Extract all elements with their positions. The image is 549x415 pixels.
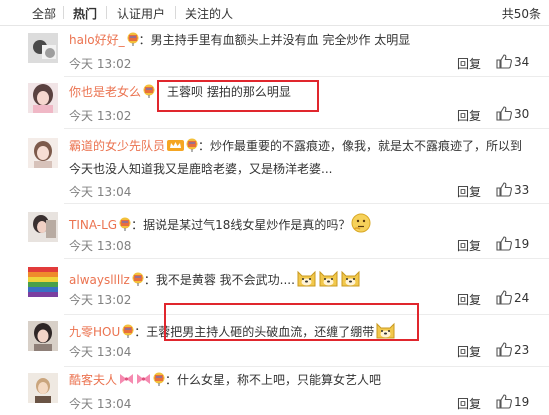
comment-username[interactable]: 你也是老女么	[69, 85, 141, 99]
bow-badge-icon	[136, 373, 151, 390]
comment-item: 酷客夫人 ：什么女星，称不上吧，只能算女艺人吧 今天 13:04 回复 19	[0, 367, 549, 415]
rainbow-badge-icon	[143, 84, 155, 102]
comment-text: 什么女星，称不上吧，只能算女艺人吧	[177, 373, 382, 387]
like-button[interactable]: 30	[496, 106, 529, 121]
rainbow-badge-icon	[186, 138, 198, 156]
like-count: 34	[514, 55, 530, 69]
tab-verified-users[interactable]: 认证用户	[117, 5, 165, 22]
doge-icon	[340, 268, 361, 292]
comment-body: alwaysllllz ：我不是黄蓉 我不会武功....	[69, 268, 361, 292]
comment-time: 今天 13:04	[69, 397, 132, 411]
tab-divider	[106, 6, 107, 19]
comment-separator: ：	[134, 325, 147, 339]
like-count: 23	[514, 343, 530, 357]
like-count: 33	[514, 183, 530, 197]
thumbs-up-icon	[496, 106, 512, 121]
rainbow-badge-icon	[119, 217, 131, 235]
highlight-box	[157, 80, 319, 112]
reply-button[interactable]: 回复	[457, 107, 481, 124]
comment-text: 炒作最重要的不露痕迹，像我，就是太不露痕迹了，所以到	[210, 139, 523, 153]
thumbs-up-icon	[496, 54, 512, 69]
tab-hot[interactable]: 热门	[73, 5, 97, 22]
comment-time: 今天 13:02	[69, 293, 132, 307]
comment-filter-bar: 全部 热门 认证用户 关注的人 共50条	[0, 0, 549, 26]
highlight-box	[164, 303, 419, 341]
reply-button[interactable]: 回复	[457, 237, 481, 254]
comment-total-count: 共50条	[501, 7, 541, 21]
avatar[interactable]	[28, 373, 58, 403]
reply-button[interactable]: 回复	[457, 55, 481, 72]
comment-item: halo好好_ ：男主持手里有血额头上并没有血 完全炒作 太明显 今天 13:02…	[0, 27, 549, 77]
comment-body: 霸道的女少先队员 ：炒作最重要的不露痕迹，像我，就是太不露痕迹了，所以到	[69, 138, 522, 156]
comment-username[interactable]: 九零HOU	[69, 325, 120, 339]
thumbs-up-icon	[496, 394, 512, 409]
rainbow-badge-icon	[132, 272, 144, 290]
like-count: 30	[514, 107, 530, 121]
reply-button[interactable]: 回复	[457, 343, 481, 360]
like-button[interactable]: 33	[496, 182, 529, 197]
reply-button[interactable]: 回复	[457, 395, 481, 412]
avatar[interactable]	[28, 321, 58, 351]
comment-username[interactable]: TINA-LG	[69, 218, 117, 232]
comment-text: 我不是黄蓉 我不会武功....	[155, 273, 295, 287]
like-button[interactable]: 24	[496, 290, 529, 305]
like-count: 24	[514, 291, 530, 305]
comment-time: 今天 13:04	[69, 185, 132, 199]
tab-divider	[175, 6, 176, 19]
comment-username[interactable]: 霸道的女少先队员	[69, 139, 165, 153]
comment-body: halo好好_ ：男主持手里有血额头上并没有血 完全炒作 太明显	[69, 32, 410, 50]
comment-item: TINA-LG ：据说是某过气18线女星炒作是真的吗？ 今天 13:08 回复 1…	[0, 204, 549, 259]
reply-button[interactable]: 回复	[457, 291, 481, 308]
comment-item: 霸道的女少先队员 ：炒作最重要的不露痕迹，像我，就是太不露痕迹了，所以到 今天也没…	[0, 129, 549, 204]
comment-separator: ：	[198, 139, 211, 153]
comment-time: 今天 13:02	[69, 109, 132, 123]
like-count: 19	[514, 395, 530, 409]
avatar[interactable]	[28, 83, 58, 113]
like-count: 19	[514, 237, 530, 251]
vip-crown-icon	[167, 139, 185, 156]
thumbs-up-icon	[496, 236, 512, 251]
comment-separator: ：	[131, 218, 144, 232]
tab-following[interactable]: 关注的人	[185, 5, 233, 22]
comment-body: TINA-LG ：据说是某过气18线女星炒作是真的吗？	[69, 213, 371, 237]
avatar[interactable]	[28, 267, 58, 297]
thumbs-up-icon	[496, 182, 512, 197]
rainbow-badge-icon	[153, 372, 165, 390]
reply-button[interactable]: 回复	[457, 183, 481, 200]
comment-time: 今天 13:02	[69, 57, 132, 71]
rainbow-badge-icon	[122, 324, 134, 342]
comment-text: 据说是某过气18线女星炒作是真的吗？	[143, 218, 351, 232]
doge-icon	[318, 268, 339, 292]
comment-body-continued: 今天也没人知道我又是鹿晗老婆，又是杨洋老婆...	[69, 162, 333, 176]
comment-body: 酷客夫人 ：什么女星，称不上吧，只能算女艺人吧	[69, 372, 381, 390]
like-button[interactable]: 34	[496, 54, 529, 69]
tab-divider	[63, 6, 64, 19]
like-button[interactable]: 19	[496, 394, 529, 409]
doge-icon	[296, 268, 317, 292]
thumbs-up-icon	[496, 290, 512, 305]
thumbs-up-icon	[496, 342, 512, 357]
thinking-face-icon	[351, 213, 371, 237]
comment-username[interactable]: alwaysllllz	[69, 273, 130, 287]
comment-username[interactable]: halo好好_	[69, 33, 125, 47]
comment-separator: ：	[138, 33, 151, 47]
like-button[interactable]: 19	[496, 236, 529, 251]
comment-time: 今天 13:04	[69, 345, 132, 359]
avatar[interactable]	[28, 212, 58, 242]
avatar[interactable]	[28, 33, 58, 63]
bow-badge-icon	[119, 373, 134, 390]
comment-text: 男主持手里有血额头上并没有血 完全炒作 太明显	[150, 33, 411, 47]
tab-all[interactable]: 全部	[32, 5, 56, 22]
comment-separator: ：	[143, 273, 156, 287]
comment-username[interactable]: 酷客夫人	[69, 373, 117, 387]
comment-separator: ：	[165, 373, 178, 387]
like-button[interactable]: 23	[496, 342, 529, 357]
rainbow-badge-icon	[127, 32, 139, 50]
comment-time: 今天 13:08	[69, 239, 132, 253]
avatar[interactable]	[28, 138, 58, 168]
